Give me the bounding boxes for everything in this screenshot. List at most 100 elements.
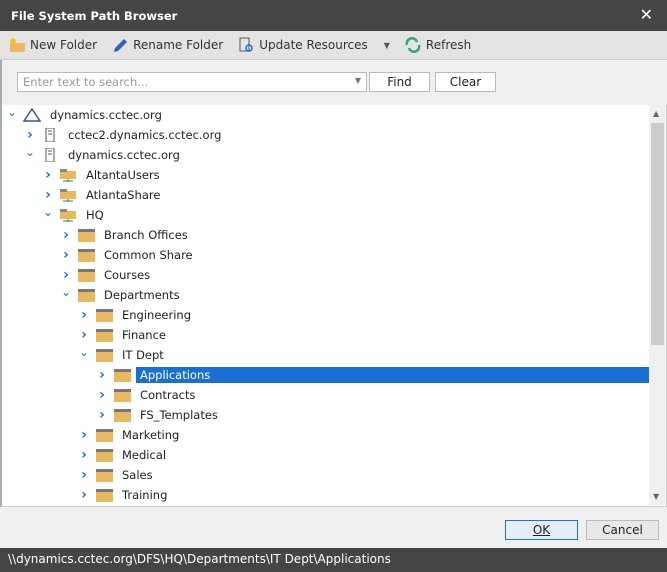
tree-node-label: FS_Templates: [140, 408, 218, 422]
tree-node[interactable]: › Sales: [79, 465, 157, 485]
chevron-down-icon[interactable]: ⌄: [43, 205, 53, 219]
chevron-right-icon[interactable]: ›: [79, 327, 89, 343]
tree-node-label: dynamics.cctec.org: [50, 108, 162, 122]
folder-icon: [95, 308, 113, 322]
chevron-right-icon[interactable]: ›: [61, 267, 71, 283]
tree-node-label: Marketing: [122, 428, 180, 442]
tree-node-label: Courses: [104, 268, 151, 282]
title-bar: File System Path Browser ✕: [0, 0, 667, 31]
tree-node[interactable]: ⌄ Departments: [61, 285, 184, 305]
tree-node-label: Branch Offices: [104, 228, 188, 242]
window-title: File System Path Browser: [11, 9, 178, 23]
refresh-icon: [405, 37, 421, 53]
cancel-button[interactable]: Cancel: [586, 520, 659, 540]
chevron-right-icon[interactable]: ›: [61, 247, 71, 263]
tree-node-label: Sales: [122, 468, 153, 482]
folder-icon: [77, 288, 95, 302]
tree-node[interactable]: › Engineering: [79, 305, 195, 325]
tree-node[interactable]: › AltantaUsers: [43, 165, 164, 185]
tree-node-label: IT Dept: [122, 348, 164, 362]
tree-node[interactable]: › Marketing: [79, 425, 183, 445]
chevron-right-icon[interactable]: ›: [79, 307, 89, 323]
folder-icon: [113, 388, 131, 402]
tree-node[interactable]: ⌄ HQ: [43, 205, 108, 225]
tree-node[interactable]: ⌄ dynamics.cctec.org: [25, 145, 184, 165]
tree-node-label: cctec2.dynamics.cctec.org: [68, 128, 222, 142]
tree-node[interactable]: › AtlantaShare: [43, 185, 164, 205]
tree-node[interactable]: › Applications: [97, 365, 657, 385]
folder-tree: ⌄ dynamics.cctec.org › cctec2.dynamics.ccte…: [0, 105, 667, 507]
tree-node[interactable]: › Common Share: [61, 245, 197, 265]
tree-node[interactable]: › Contracts: [97, 385, 199, 405]
chevron-right-icon[interactable]: ›: [97, 367, 107, 383]
rename-folder-label: Rename Folder: [133, 38, 224, 52]
chevron-down-icon[interactable]: ⌄: [79, 345, 89, 359]
tree-node[interactable]: › Courses: [61, 265, 154, 285]
dropdown-arrow-icon[interactable]: ▼: [384, 41, 390, 50]
chevron-right-icon[interactable]: ›: [79, 487, 89, 503]
clear-button[interactable]: Clear: [435, 72, 496, 92]
chevron-right-icon[interactable]: ›: [79, 447, 89, 463]
tree-node-label: Training: [122, 488, 168, 502]
chevron-right-icon[interactable]: ›: [97, 407, 107, 423]
find-button[interactable]: Find: [369, 72, 430, 92]
tree-node-label: Finance: [122, 328, 166, 342]
update-resources-label: Update Resources: [259, 38, 368, 52]
chevron-right-icon[interactable]: ›: [25, 127, 35, 143]
chevron-right-icon[interactable]: ›: [43, 187, 53, 203]
ok-button[interactable]: OK: [505, 520, 578, 540]
tree-node[interactable]: › Medical: [79, 445, 170, 465]
rename-folder-button[interactable]: Rename Folder: [111, 37, 223, 53]
tree-node[interactable]: › Branch Offices: [61, 225, 192, 245]
new-folder-icon: [10, 38, 25, 52]
tree-node-label: AltantaUsers: [86, 168, 160, 182]
share-icon: [59, 168, 77, 182]
tree-node-label: dynamics.cctec.org: [68, 148, 180, 162]
chevron-right-icon[interactable]: ›: [97, 387, 107, 403]
tree-node-label: Contracts: [140, 388, 196, 402]
scroll-up-icon[interactable]: ▲: [653, 109, 659, 118]
chevron-right-icon[interactable]: ›: [61, 227, 71, 243]
toolbar: New Folder Rename Folder Update Resource…: [0, 31, 667, 60]
tree-node[interactable]: › cctec2.dynamics.cctec.org: [25, 125, 225, 145]
folder-icon: [113, 408, 131, 422]
new-folder-button[interactable]: New Folder: [8, 37, 97, 53]
refresh-button[interactable]: Refresh: [404, 37, 471, 53]
chevron-right-icon[interactable]: ›: [43, 167, 53, 183]
search-row: Enter text to search... ▼ Find Clear: [0, 60, 667, 105]
pencil-icon: [114, 39, 128, 52]
dialog-footer: OK Cancel: [0, 507, 667, 548]
tree-node-label: Common Share: [104, 248, 193, 262]
search-placeholder: Enter text to search...: [23, 75, 149, 89]
tree-node-label: Medical: [122, 448, 167, 462]
server-search-icon: [239, 37, 253, 52]
chevron-down-icon[interactable]: ⌄: [7, 105, 17, 119]
chevron-down-icon[interactable]: ⌄: [61, 285, 71, 299]
tree-node-label: Applications: [135, 366, 657, 384]
vertical-scrollbar[interactable]: ▲ ▼: [649, 105, 666, 505]
chevron-down-icon[interactable]: ⌄: [25, 145, 35, 159]
tree-node[interactable]: ⌄ IT Dept: [79, 345, 168, 365]
tree-node[interactable]: › FS_Templates: [97, 405, 222, 425]
folder-icon: [77, 228, 95, 242]
folder-icon: [113, 368, 131, 382]
chevron-down-icon[interactable]: ▼: [355, 76, 361, 85]
scroll-down-icon[interactable]: ▼: [653, 492, 659, 501]
selected-path: \\dynamics.cctec.org\DFS\HQ\Departments\…: [8, 552, 391, 566]
share-icon: [59, 188, 77, 202]
scrollbar-thumb[interactable]: [651, 123, 664, 345]
search-input[interactable]: Enter text to search... ▼: [17, 72, 367, 92]
share-icon: [59, 208, 77, 222]
update-resources-button[interactable]: Update Resources ▼: [237, 37, 390, 53]
status-bar: \\dynamics.cctec.org\DFS\HQ\Departments\…: [0, 548, 667, 572]
close-icon[interactable]: ✕: [640, 5, 653, 24]
folder-icon: [77, 248, 95, 262]
chevron-right-icon[interactable]: ›: [79, 467, 89, 483]
folder-icon: [95, 328, 113, 342]
folder-icon: [95, 488, 113, 502]
refresh-label: Refresh: [425, 38, 472, 52]
tree-node[interactable]: › Training: [79, 485, 171, 505]
tree-node[interactable]: › Finance: [79, 325, 170, 345]
tree-node[interactable]: ⌄ dynamics.cctec.org: [7, 105, 166, 125]
chevron-right-icon[interactable]: ›: [79, 427, 89, 443]
